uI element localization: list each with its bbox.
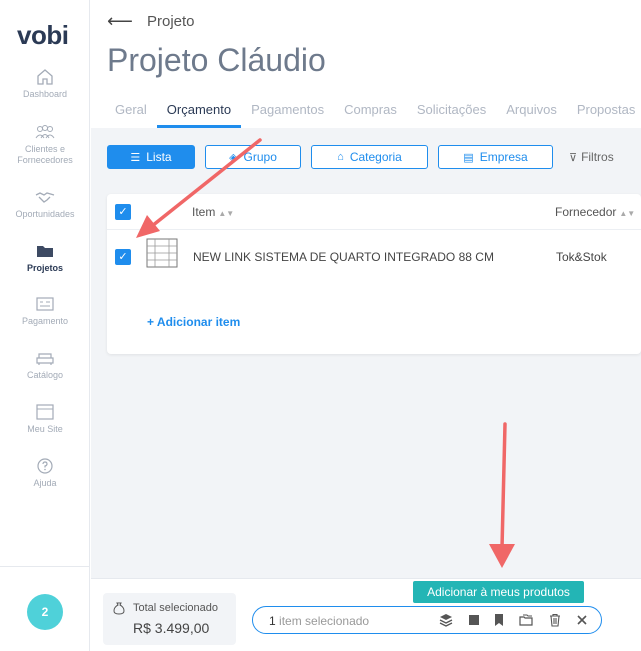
avatar[interactable]: 2 xyxy=(27,594,63,630)
bottom-bar: Total selecionado R$ 3.499,00 Adicionar … xyxy=(91,578,641,651)
back-arrow-icon[interactable]: ⟵ xyxy=(107,11,133,32)
diamond-icon: ◈ xyxy=(229,151,238,164)
sidebar-item-dashboard[interactable]: Dashboard xyxy=(0,68,90,100)
total-label: Total selecionado xyxy=(133,602,219,614)
trash-icon[interactable] xyxy=(548,613,562,627)
tag-icon: ⌂ xyxy=(337,151,344,163)
sidebar-item-meu-site[interactable]: Meu Site xyxy=(0,403,90,435)
main-content: ⟵ Projeto Projeto Cláudio Geral Orçament… xyxy=(91,0,641,651)
sidebar-item-label: Projetos xyxy=(26,263,63,273)
home-icon xyxy=(37,69,53,85)
sidebar-item-label: Meu Site xyxy=(27,424,63,434)
layers-icon[interactable] xyxy=(439,613,453,627)
browser-icon xyxy=(36,404,54,420)
view-toolbar: ☰ Lista ◈ Grupo ⌂ Categoria ▤ Empresa ⊽ … xyxy=(107,145,614,169)
sort-icon: ▲▼ xyxy=(619,209,636,218)
sidebar-item-label: Catálogo xyxy=(26,370,64,380)
company-view-button[interactable]: ▤ Empresa xyxy=(438,145,553,169)
tab-arquivos[interactable]: Arquivos xyxy=(496,102,567,128)
sidebar-item-clientes[interactable]: Clientes e Fornecedores xyxy=(0,123,90,166)
total-value: R$ 3.499,00 xyxy=(133,620,210,636)
close-icon[interactable] xyxy=(575,613,589,627)
category-label: Categoria xyxy=(349,150,402,164)
item-supplier: Tok&Stok xyxy=(556,250,607,264)
tab-propostas[interactable]: Propostas xyxy=(567,102,641,128)
sidebar-item-label: Dashboard xyxy=(22,89,68,99)
items-table: ✓ Item ▲▼ Fornecedor ▲▼ ✓ NEW LINK SISTEMA… xyxy=(107,194,641,354)
sidebar-item-label: Ajuda xyxy=(33,478,57,488)
select-all-checkbox[interactable]: ✓ xyxy=(115,204,131,220)
folder-icon xyxy=(37,246,53,257)
move-folder-icon[interactable] xyxy=(519,613,533,627)
sidebar: vobi Dashboard Clientes e Fornecedores O… xyxy=(0,0,90,651)
sort-icon: ▲▼ xyxy=(218,209,235,218)
sidebar-item-pagamento[interactable]: Pagamento xyxy=(0,295,90,327)
company-label: Empresa xyxy=(479,150,528,164)
help-icon xyxy=(37,458,53,474)
payment-icon xyxy=(36,297,54,311)
group-view-button[interactable]: ◈ Grupo xyxy=(205,145,301,169)
column-header-item-label: Item xyxy=(192,205,216,219)
tooltip: Adicionar à meus produtos xyxy=(413,581,584,603)
group-label: Grupo xyxy=(243,150,277,164)
handshake-icon xyxy=(35,192,55,203)
category-view-button[interactable]: ⌂ Categoria xyxy=(311,145,428,169)
sidebar-item-ajuda[interactable]: Ajuda xyxy=(0,457,90,489)
item-name[interactable]: NEW LINK SISTEMA DE QUARTO INTEGRADO 88 … xyxy=(193,250,494,264)
list-icon: ☰ xyxy=(130,151,141,164)
filter-icon: ⊽ xyxy=(569,151,578,164)
total-selected-box: Total selecionado R$ 3.499,00 xyxy=(103,593,236,645)
selected-count-text: item selecionado xyxy=(279,614,370,628)
tab-pagamentos[interactable]: Pagamentos xyxy=(241,102,334,128)
sidebar-footer: 2 xyxy=(0,566,90,651)
selected-count: 1 item selecionado xyxy=(269,614,369,628)
list-view-button[interactable]: ☰ Lista xyxy=(107,145,195,169)
sidebar-item-label: Clientes e Fornecedores xyxy=(17,144,73,165)
bookmark-icon[interactable] xyxy=(492,613,506,627)
table-row[interactable]: ✓ NEW LINK SISTEMA DE QUARTO INTEGRADO 8… xyxy=(107,231,641,281)
filters-button[interactable]: ⊽ Filtros xyxy=(569,150,614,164)
list-label: Lista xyxy=(146,150,172,164)
sofa-icon xyxy=(36,353,54,365)
square-icon[interactable] xyxy=(467,613,481,627)
sidebar-item-catalogo[interactable]: Catálogo xyxy=(0,349,90,381)
money-bag-icon xyxy=(113,602,125,615)
filters-label: Filtros xyxy=(581,150,614,164)
page-title: Projeto Cláudio xyxy=(107,42,326,78)
tab-orcamento[interactable]: Orçamento xyxy=(156,102,242,128)
tab-solicitacoes[interactable]: Solicitações xyxy=(407,102,496,128)
tab-geral[interactable]: Geral xyxy=(105,102,157,128)
sidebar-item-oportunidades[interactable]: Oportunidades xyxy=(0,188,90,220)
breadcrumb: ⟵ Projeto xyxy=(107,11,195,31)
table-header: ✓ Item ▲▼ Fornecedor ▲▼ xyxy=(107,194,641,230)
tab-compras[interactable]: Compras xyxy=(334,102,407,128)
column-header-supplier[interactable]: Fornecedor ▲▼ xyxy=(555,205,635,219)
sidebar-item-label: Pagamento xyxy=(21,316,69,326)
row-checkbox[interactable]: ✓ xyxy=(115,249,131,265)
users-icon xyxy=(35,125,55,139)
selected-count-number: 1 xyxy=(269,614,276,628)
sidebar-item-projetos[interactable]: Projetos xyxy=(0,242,90,274)
tab-bar: Geral Orçamento Pagamentos Compras Solic… xyxy=(105,102,641,128)
vobi-logo[interactable]: vobi xyxy=(17,20,69,51)
column-header-item[interactable]: Item ▲▼ xyxy=(192,205,234,219)
building-icon: ▤ xyxy=(463,151,474,164)
add-item-button[interactable]: + Adicionar item xyxy=(147,315,240,329)
column-header-supplier-label: Fornecedor xyxy=(555,205,617,219)
product-thumbnail xyxy=(146,238,178,268)
sidebar-item-label: Oportunidades xyxy=(15,209,75,219)
breadcrumb-label[interactable]: Projeto xyxy=(147,13,195,30)
selection-actions-bar: 1 item selecionado xyxy=(252,606,602,634)
